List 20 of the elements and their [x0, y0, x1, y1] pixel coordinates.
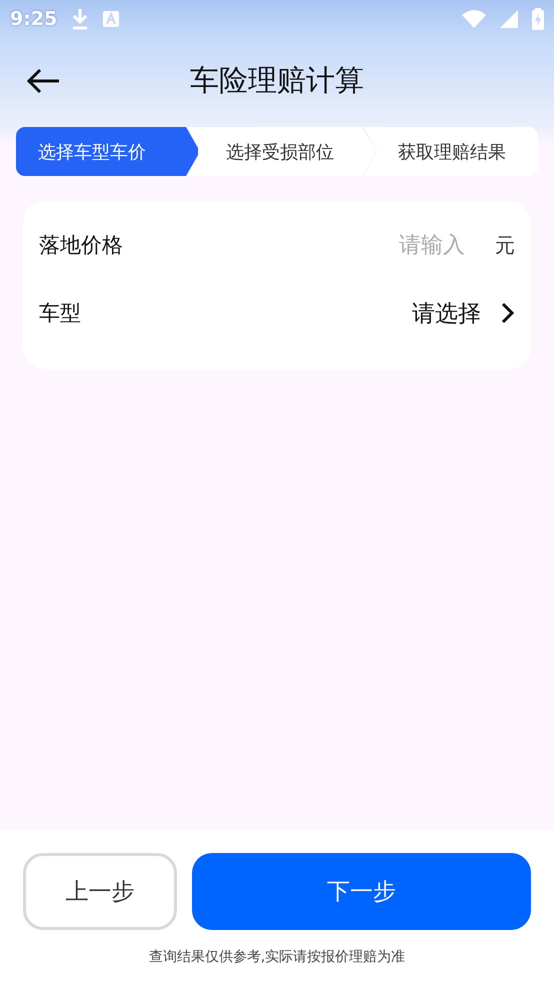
battery-icon	[532, 8, 544, 30]
next-step-button[interactable]: 下一步	[192, 853, 531, 930]
disclaimer-text: 查询结果仅供参考,实际请按报价理赔为准	[148, 948, 406, 966]
page-title: 车险理赔计算	[190, 62, 364, 99]
signal-icon	[500, 10, 518, 28]
field-label: 车型	[39, 300, 82, 327]
chevron-right-icon	[501, 302, 515, 324]
app-icon	[103, 11, 120, 27]
step-tab[interactable]: 选择受损部位	[188, 127, 374, 176]
field-label: 落地价格	[39, 232, 124, 259]
back-button[interactable]	[26, 68, 60, 94]
step-tab[interactable]: 获取理赔结果	[364, 127, 538, 176]
wifi-icon	[462, 10, 486, 28]
unit-label: 元	[495, 232, 515, 258]
step-tab[interactable]: 选择车型车价	[16, 127, 198, 176]
download-icon	[71, 8, 90, 30]
model-picker[interactable]: 请选择	[412, 298, 515, 328]
status-time: 9:25	[10, 8, 58, 30]
previous-step-button[interactable]: 上一步	[23, 853, 177, 930]
price-input-field[interactable]: 请输入	[345, 232, 465, 258]
